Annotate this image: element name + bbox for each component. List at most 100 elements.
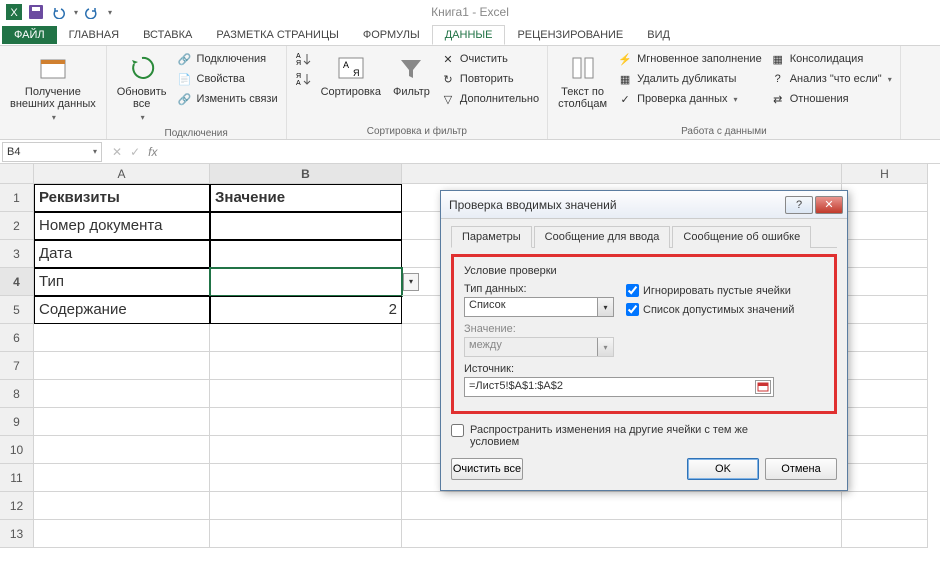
cell[interactable] [210,408,402,436]
cancel-button[interactable]: Отмена [765,458,837,480]
cancel-formula-icon[interactable]: ✕ [112,145,122,159]
cell[interactable] [842,520,928,548]
tab-home[interactable]: ГЛАВНАЯ [57,26,131,44]
properties-button[interactable]: 📄Свойства [175,70,280,88]
text-to-columns-button[interactable]: Текст по столбцам [554,50,611,112]
cell[interactable] [210,352,402,380]
cell[interactable] [842,352,928,380]
data-validation-button[interactable]: ✓Проверка данных▾ [615,90,764,108]
cell[interactable] [34,464,210,492]
cell[interactable]: Значение [210,184,402,212]
dialog-close-button[interactable]: ✕ [815,196,843,214]
range-picker-icon[interactable] [755,380,771,394]
tab-formulas[interactable]: ФОРМУЛЫ [351,26,432,44]
cell[interactable] [842,296,928,324]
row-header[interactable]: 4 [0,268,34,296]
tab-file[interactable]: ФАЙЛ [2,26,57,44]
redo-dropdown-icon[interactable]: ▾ [108,8,112,17]
undo-dropdown-icon[interactable]: ▾ [74,8,78,17]
propagate-checkbox[interactable] [451,424,464,437]
cell[interactable]: Реквизиты [34,184,210,212]
cell[interactable] [34,520,210,548]
fx-icon[interactable]: fx [148,145,157,159]
row-header[interactable]: 3 [0,240,34,268]
sort-desc-button[interactable]: ЯА [293,70,313,88]
cell[interactable] [842,464,928,492]
type-select[interactable]: Список▾ [464,297,614,317]
cell[interactable] [842,184,928,212]
dialog-titlebar[interactable]: Проверка вводимых значений ? ✕ [441,191,847,219]
flash-fill-button[interactable]: ⚡Мгновенное заполнение [615,50,764,68]
dialog-tab-settings[interactable]: Параметры [451,226,532,248]
cell[interactable] [842,380,928,408]
col-header-H[interactable]: H [842,164,928,184]
cell[interactable] [210,436,402,464]
redo-icon[interactable] [84,4,100,20]
cell[interactable] [210,464,402,492]
source-input[interactable]: =Лист5!$A$1:$A$2 [464,377,774,397]
cell[interactable] [34,380,210,408]
tab-data[interactable]: ДАННЫЕ [432,25,506,45]
enter-formula-icon[interactable]: ✓ [130,145,140,159]
consolidate-button[interactable]: ▦Консолидация [768,50,894,68]
advanced-filter-button[interactable]: ▽Дополнительно [438,90,541,108]
row-header[interactable]: 9 [0,408,34,436]
cell[interactable] [210,324,402,352]
row-header[interactable]: 12 [0,492,34,520]
col-header-A[interactable]: A [34,164,210,184]
cell[interactable] [34,492,210,520]
row-header[interactable]: 2 [0,212,34,240]
remove-duplicates-button[interactable]: ▦Удалить дубликаты [615,70,764,88]
cell[interactable]: Дата [34,240,210,268]
cell[interactable]: 2 [210,296,402,324]
select-all-corner[interactable] [0,164,34,184]
row-header[interactable]: 1 [0,184,34,212]
cell[interactable] [210,212,402,240]
cell[interactable] [842,240,928,268]
undo-icon[interactable] [50,4,66,20]
tab-review[interactable]: РЕЦЕНЗИРОВАНИЕ [505,26,635,44]
tab-view[interactable]: ВИД [635,26,682,44]
get-external-data-button[interactable]: Получение внешних данных▾ [6,50,100,126]
cell[interactable] [210,520,402,548]
namebox-dropdown-icon[interactable]: ▾ [93,147,97,156]
sort-button[interactable]: AЯ Сортировка [317,50,385,100]
clear-all-button[interactable]: Очистить все [451,458,523,480]
cell[interactable] [842,436,928,464]
sort-asc-button[interactable]: АЯ [293,50,313,68]
save-icon[interactable] [28,4,44,20]
dialog-help-button[interactable]: ? [785,196,813,214]
cell[interactable] [210,240,402,268]
tab-layout[interactable]: РАЗМЕТКА СТРАНИЦЫ [204,26,350,44]
name-box[interactable]: B4▾ [2,142,102,162]
cell[interactable] [34,436,210,464]
cell[interactable]: Тип [34,268,210,296]
connections-button[interactable]: 🔗Подключения [175,50,280,68]
cell[interactable] [842,268,928,296]
cell[interactable] [34,352,210,380]
cell[interactable] [34,408,210,436]
refresh-all-button[interactable]: Обновить все▾ [113,50,171,126]
tab-insert[interactable]: ВСТАВКА [131,26,204,44]
cell[interactable] [402,520,842,548]
row-header[interactable]: 7 [0,352,34,380]
cell[interactable] [842,492,928,520]
whatif-button[interactable]: ?Анализ "что если"▾ [768,70,894,88]
cell[interactable] [34,324,210,352]
cell[interactable]: Содержание [34,296,210,324]
row-header[interactable]: 11 [0,464,34,492]
relations-button[interactable]: ⇄Отношения [768,90,894,108]
cell[interactable] [210,492,402,520]
reapply-button[interactable]: ↻Повторить [438,70,541,88]
cell[interactable] [842,212,928,240]
ignore-blank-checkbox[interactable]: Игнорировать пустые ячейки [626,284,794,297]
row-header[interactable]: 10 [0,436,34,464]
clear-filter-button[interactable]: ✕Очистить [438,50,541,68]
filter-button[interactable]: Фильтр [389,50,434,100]
dialog-tab-input-msg[interactable]: Сообщение для ввода [534,226,671,248]
edit-links-button[interactable]: 🔗Изменить связи [175,90,280,108]
row-header[interactable]: 5 [0,296,34,324]
cell[interactable]: ▾ [210,268,402,296]
row-header[interactable]: 8 [0,380,34,408]
ok-button[interactable]: OK [687,458,759,480]
